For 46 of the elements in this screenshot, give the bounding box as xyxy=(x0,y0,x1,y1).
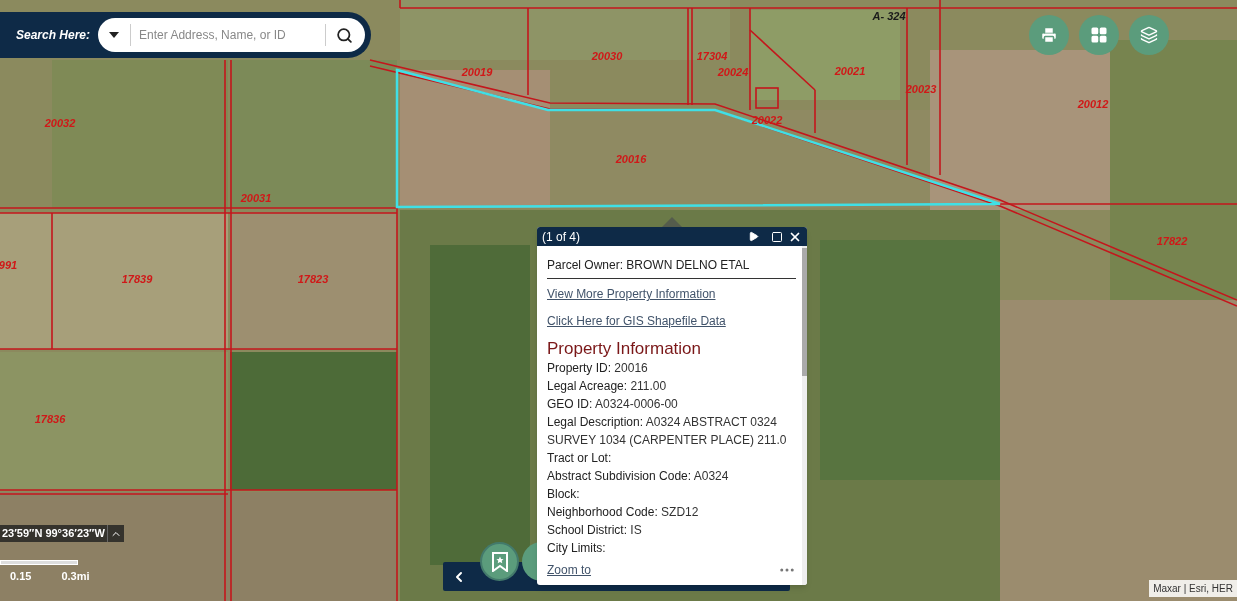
maximize-icon[interactable] xyxy=(771,230,783,243)
parcel-label: A- 324 xyxy=(872,8,906,24)
parcel-label: 17823 xyxy=(297,271,329,287)
property-field: Block: xyxy=(547,485,796,503)
parcel-label: 991 xyxy=(0,257,18,273)
parcel-label: 20019 xyxy=(461,64,493,80)
caret-icon[interactable] xyxy=(109,32,120,38)
search-input[interactable]: Enter Address, Name, or ID xyxy=(139,26,319,44)
popup-counter: (1 of 4) xyxy=(542,228,581,246)
parcel-label: 17839 xyxy=(121,271,153,287)
popup-link[interactable]: View More Property Information xyxy=(547,285,716,303)
property-field: School District: IS xyxy=(547,521,796,539)
search-icon[interactable] xyxy=(336,26,353,44)
map-attribution: Maxar | Esri, HER xyxy=(1149,580,1237,597)
parcel-label: 20030 xyxy=(591,48,623,64)
property-field: Abstract Subdivision Code: A0324 xyxy=(547,467,796,485)
property-field: GEO ID: A0324-0006-00 xyxy=(547,395,796,413)
search-label: Search Here: xyxy=(16,27,91,44)
grid-icon[interactable] xyxy=(1090,26,1108,44)
search-field[interactable]: Enter Address, Name, or ID xyxy=(98,18,365,52)
property-field: Legal Description: A0324 ABSTRACT 0324 SURVEY 1034 (CARPENTER PLACE) 211.0 xyxy=(547,413,796,449)
parcel-label: 17836 xyxy=(34,411,66,427)
parcel-label: 20024 xyxy=(717,64,749,80)
parcel-label: 20012 xyxy=(1077,96,1109,112)
parcel-label: 20016 xyxy=(615,151,647,167)
next-icon[interactable] xyxy=(748,231,759,242)
property-field: Neighborhood Code: SZD12 xyxy=(547,503,796,521)
popup-pointer xyxy=(662,215,682,227)
parcel-owner: Parcel Owner: BROWN DELNO ETAL xyxy=(547,256,796,279)
property-field: Property ID: 20016 xyxy=(547,359,796,377)
parcel-label: 17822 xyxy=(1156,233,1188,249)
parcel-label: 20032 xyxy=(44,115,76,131)
property-field: Tract or Lot: xyxy=(547,449,796,467)
property-field: City Limits: xyxy=(547,539,796,557)
scale-label: 0.15 xyxy=(10,569,32,584)
parcel-label: 20021 xyxy=(834,63,866,79)
zoom-to-link[interactable]: Zoom to xyxy=(547,561,591,579)
coordinates-text: 23′59″N 99°36′23″W xyxy=(1,526,106,542)
layers-icon[interactable] xyxy=(1140,26,1158,44)
popup-link[interactable]: Click Here for GIS Shapefile Data xyxy=(547,312,726,330)
printer-icon[interactable] xyxy=(1040,26,1058,44)
parcel-label: 17304 xyxy=(696,48,728,64)
property-field: Legal Acreage: 211.00 xyxy=(547,377,796,395)
section-title: Property Information xyxy=(547,339,702,359)
scale-label: 0.3mi xyxy=(61,569,90,584)
parcel-label: 20031 xyxy=(240,190,272,206)
